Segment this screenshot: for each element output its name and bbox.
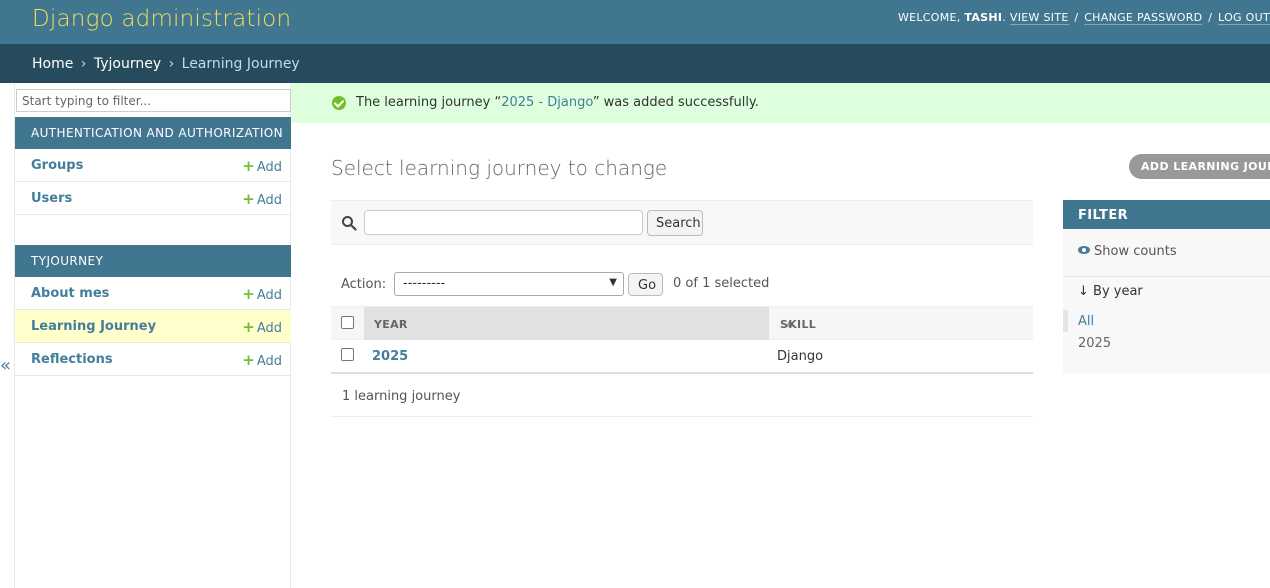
separator: / bbox=[1074, 11, 1079, 24]
module-caption-tyjourney[interactable]: TYJOURNEY bbox=[15, 245, 291, 277]
welcome-text: WELCOME, bbox=[897, 11, 961, 24]
filter-title: FILTER bbox=[1063, 200, 1270, 229]
sidebar-item-label[interactable]: Users bbox=[31, 191, 72, 206]
sidebar-item-users: Users + Add bbox=[15, 182, 291, 215]
add-users-link[interactable]: + Add bbox=[242, 190, 282, 208]
divider bbox=[1063, 276, 1270, 277]
sidebar-item-about-mes: About mes + Add bbox=[15, 277, 291, 310]
sidebar-item-groups: Groups + Add bbox=[15, 149, 291, 182]
search-button[interactable]: Search bbox=[647, 210, 703, 236]
success-check-icon bbox=[332, 96, 346, 110]
add-label: Add bbox=[256, 193, 282, 208]
breadcrumb-app[interactable]: Tyjourney bbox=[94, 56, 161, 72]
nav-filter-input[interactable] bbox=[16, 89, 291, 112]
paginator: 1 learning journey bbox=[331, 373, 1033, 417]
plus-icon: + bbox=[242, 190, 255, 208]
breadcrumb-separator: › bbox=[80, 56, 87, 72]
search-icon bbox=[342, 216, 357, 231]
add-label: Add bbox=[256, 160, 282, 175]
table-header: YEAR SKILL bbox=[331, 306, 1033, 340]
view-site-link[interactable]: VIEW SITE bbox=[1009, 11, 1069, 25]
plus-icon: + bbox=[242, 157, 255, 175]
change-password-link[interactable]: CHANGE PASSWORD bbox=[1084, 11, 1203, 25]
add-groups-link[interactable]: + Add bbox=[242, 157, 282, 175]
go-button[interactable]: Go bbox=[628, 273, 663, 296]
chevron-down-icon: ▼ bbox=[609, 277, 617, 288]
column-header-year[interactable]: YEAR bbox=[364, 307, 793, 340]
separator: / bbox=[1208, 11, 1213, 24]
sidebar-toggle-button[interactable]: « bbox=[0, 355, 11, 376]
changelist-filter: FILTER Show counts ↓ By year All 2025 bbox=[1063, 200, 1270, 374]
nav-sidebar: AUTHENTICATION AND AUTHORIZATION Groups … bbox=[14, 83, 291, 588]
cell-skill: Django bbox=[777, 349, 824, 364]
search-toolbar: Search bbox=[331, 200, 1033, 245]
cell-year-link[interactable]: 2025 bbox=[372, 349, 408, 364]
show-counts-label: Show counts bbox=[1094, 244, 1177, 259]
sidebar-item-label[interactable]: Learning Journey bbox=[31, 319, 156, 334]
filter-by-year-heading[interactable]: ↓ By year bbox=[1078, 284, 1143, 299]
search-input[interactable] bbox=[364, 210, 643, 235]
selected-filter-indicator bbox=[1063, 310, 1068, 332]
action-select[interactable]: --------- ▼ bbox=[394, 272, 624, 296]
add-reflections-link[interactable]: + Add bbox=[242, 351, 282, 369]
sidebar-item-label[interactable]: About mes bbox=[31, 286, 109, 301]
sidebar-item-label[interactable]: Reflections bbox=[31, 352, 113, 367]
message-text: The learning journey “2025 - Django” was… bbox=[356, 95, 759, 110]
page-title: Select learning journey to change bbox=[331, 156, 668, 180]
plus-icon: + bbox=[242, 285, 255, 303]
column-header-skill[interactable]: SKILL bbox=[780, 318, 816, 331]
site-header: Django administration WELCOME, TASHI. VI… bbox=[0, 0, 1270, 44]
add-label: Add bbox=[256, 354, 282, 369]
breadcrumb: Home › Tyjourney › Learning Journey bbox=[0, 44, 1270, 83]
add-learning-journey-link[interactable]: + Add bbox=[242, 318, 282, 336]
message-object-link[interactable]: 2025 - Django bbox=[501, 95, 593, 110]
site-branding[interactable]: Django administration bbox=[32, 6, 291, 32]
add-about-mes-link[interactable]: + Add bbox=[242, 285, 282, 303]
eye-icon bbox=[1078, 246, 1090, 254]
action-label: Action: bbox=[341, 277, 387, 292]
plus-icon: + bbox=[242, 351, 255, 369]
action-select-value: --------- bbox=[403, 276, 446, 291]
add-label: Add bbox=[256, 288, 282, 303]
log-out-link[interactable]: LOG OUT bbox=[1218, 11, 1270, 25]
success-message: The learning journey “2025 - Django” was… bbox=[291, 83, 1270, 123]
add-learning-journey-button[interactable]: ADD LEARNING JOURNEY + bbox=[1129, 154, 1270, 179]
breadcrumb-current: Learning Journey bbox=[181, 56, 300, 72]
show-counts-link[interactable]: Show counts bbox=[1078, 244, 1177, 259]
selected-count: 0 of 1 selected bbox=[673, 276, 770, 291]
username: TASHI bbox=[964, 11, 1003, 24]
sidebar-item-learning-journey: Learning Journey + Add bbox=[15, 310, 291, 343]
select-all-checkbox[interactable] bbox=[341, 316, 354, 329]
sidebar-item-reflections: Reflections + Add bbox=[15, 343, 291, 376]
module-caption-auth[interactable]: AUTHENTICATION AND AUTHORIZATION bbox=[15, 117, 291, 149]
sidebar-item-label[interactable]: Groups bbox=[31, 158, 83, 173]
column-header-label: YEAR bbox=[374, 318, 408, 331]
breadcrumb-home[interactable]: Home bbox=[32, 56, 73, 72]
message-prefix: The learning journey “ bbox=[356, 95, 502, 110]
row-checkbox[interactable] bbox=[341, 348, 354, 361]
user-tools: WELCOME, TASHI. VIEW SITE / CHANGE PASSW… bbox=[897, 11, 1270, 25]
plus-icon: + bbox=[242, 318, 255, 336]
filter-option-all[interactable]: All bbox=[1078, 314, 1094, 329]
breadcrumb-separator: › bbox=[168, 56, 175, 72]
add-label: Add bbox=[256, 321, 282, 336]
message-suffix: ” was added successfully. bbox=[592, 95, 759, 110]
table-row: 2025 Django bbox=[331, 340, 1033, 373]
filter-option-2025[interactable]: 2025 bbox=[1078, 336, 1111, 351]
